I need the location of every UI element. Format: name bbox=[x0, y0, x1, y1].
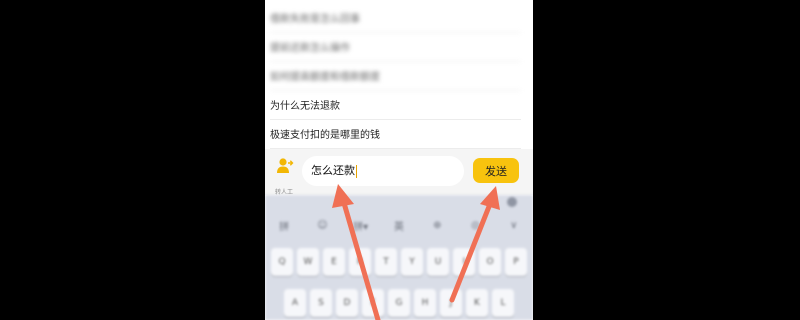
arrow-to-send-icon bbox=[449, 186, 500, 303]
arrow-to-input-icon bbox=[332, 184, 381, 320]
annotation-arrows bbox=[332, 184, 500, 320]
